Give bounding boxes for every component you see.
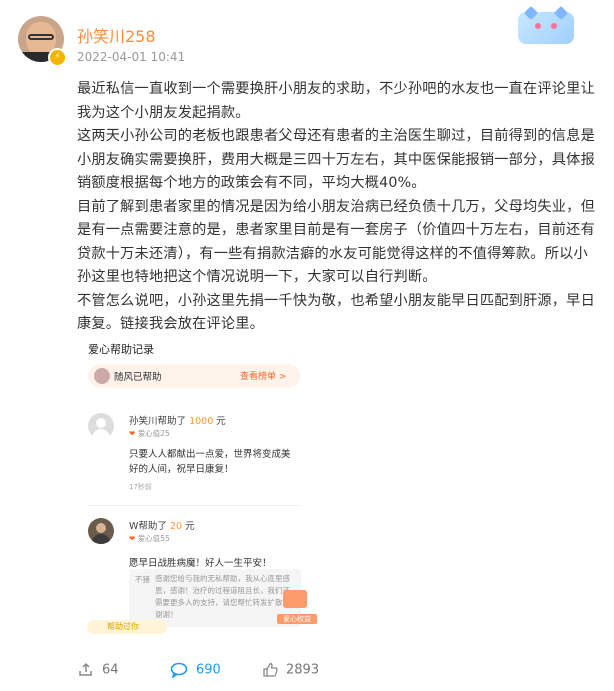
repost-count: 64 (102, 662, 119, 678)
love-value-text: 爱心值55 (137, 534, 170, 543)
record-divider (88, 505, 300, 506)
helped-you-tag: 帮助过你 (87, 620, 167, 634)
sticker-ear-left (523, 5, 539, 21)
sticker-eye-left (535, 23, 541, 29)
comment-icon (170, 662, 188, 678)
donor-amount: 20 (169, 521, 183, 532)
donor-line: W帮助了 20 元 (129, 518, 195, 532)
donor-message: 只要人人都献出一点爱，世界将变成美好的人间，祝早日康复！ (129, 449, 291, 475)
donation-record-card[interactable]: 爱心帮助记录 随风已帮助 查看榜单 > 孙笑川帮助了 1000 元 ❤ 爱心值2… (78, 333, 317, 638)
donor-unit: 元 (185, 521, 195, 532)
like-count: 2893 (286, 662, 320, 678)
like-button[interactable]: 2893 (262, 662, 319, 678)
donor-avatar[interactable] (88, 413, 114, 439)
heart-icon: ❤ (129, 429, 136, 438)
helper-text: 随风已帮助 (114, 369, 162, 383)
donor-name[interactable]: 孙笑川 (129, 416, 158, 427)
thank-you-text: 感谢您给与我的无私帮助，我从心底里感恩，感谢！治疗的过程道阻且长，我们还需要更多… (155, 574, 290, 619)
thank-you-label: 不猪 (135, 575, 150, 584)
helper-name: 随风 (114, 372, 134, 383)
gift-label: 爱心权益 (277, 614, 317, 624)
gift-badge[interactable]: 爱心权益 (277, 586, 317, 630)
helper-avatar (94, 368, 110, 384)
donor-name[interactable]: W (129, 521, 138, 532)
gift-box-icon (283, 590, 307, 608)
avatar-glasses (28, 34, 54, 40)
donor-time-ago: 17秒前 (129, 483, 152, 491)
repost-icon (79, 662, 92, 676)
donor-helped: 帮助了 (157, 416, 187, 427)
post-paragraph: 最近私信一直收到一个需要换肝小朋友的求助，不少孙吧的水友也一直在评论里让我为这个… (77, 81, 595, 121)
helper-suffix: 已帮助 (133, 372, 162, 383)
donor-avatar[interactable] (88, 518, 114, 544)
heart-icon: ❤ (129, 534, 136, 543)
post-paragraph: 这两天小孙公司的老板也跟患者父母还有患者的主治医生聊过，目前得到的信息是小朋友确… (77, 128, 595, 191)
comment-button[interactable]: 690 (170, 662, 221, 678)
author-username[interactable]: 孙笑川258 (77, 23, 156, 47)
repost-button[interactable]: 64 (78, 662, 119, 678)
donor-line: 孙笑川帮助了 1000 元 (129, 413, 226, 427)
view-ranking-link[interactable]: 查看榜单 > (240, 369, 286, 382)
post-body: 最近私信一直收到一个需要换肝小朋友的求助，不少孙吧的水友也一直在评论里让我为这个… (77, 78, 602, 337)
sticker-ear-right (553, 5, 569, 21)
like-icon (263, 662, 278, 677)
verified-badge-icon: ⚡ (48, 48, 67, 67)
helped-you-text: 帮助过你 (107, 622, 139, 631)
love-value-text: 爱心值25 (137, 429, 170, 438)
card-title: 爱心帮助记录 (88, 343, 154, 356)
love-value: ❤ 爱心值55 (129, 533, 170, 544)
helper-pill[interactable]: 随风已帮助 查看榜单 > (88, 364, 300, 388)
comment-count: 690 (196, 662, 221, 678)
love-value: ❤ 爱心值25 (129, 428, 170, 439)
sticker-eye-right (551, 23, 557, 29)
post-paragraph: 目前了解到患者家里的情况是因为给小朋友治病已经负债十几万，父母均失业，但是有一点… (77, 198, 595, 286)
donor-amount: 1000 (189, 416, 214, 427)
post-timestamp: 2022-04-01 10:41 (77, 50, 186, 64)
decoration-sticker-icon (518, 5, 574, 44)
donor-unit: 元 (216, 416, 226, 427)
donor-helped: 帮助了 (138, 521, 167, 532)
post-paragraph: 不管怎么说吧，小孙这里先捐一千快为敬，也希望小朋友能早日匹配到肝源，早日康复。链… (77, 292, 595, 333)
thank-you-note: 不猪 感谢您给与我的无私帮助，我从心底里感恩，感谢！治疗的过程道阻且长，我们还需… (129, 569, 301, 627)
